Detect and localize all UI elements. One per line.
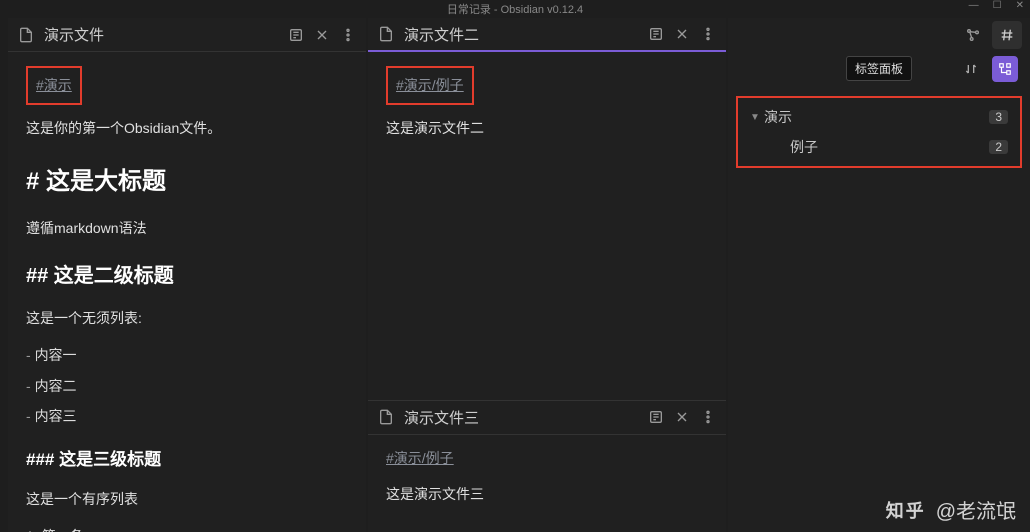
window-close-button[interactable]: ✕ [1016, 0, 1024, 11]
tag-tree-item-child[interactable]: 例子 2 [740, 132, 1018, 162]
watermark: 知乎 @老流氓 [886, 495, 1016, 524]
heading-3: ### 这是三级标题 [26, 444, 348, 476]
pane-title: 演示文件 [44, 24, 278, 45]
close-pane-icon[interactable] [674, 409, 690, 425]
list-item: 内容二 [26, 373, 348, 400]
window-titlebar: 日常记录 - Obsidian v0.12.4 — ☐ ✕ [0, 0, 1030, 18]
tooltip: 标签面板 [846, 56, 912, 81]
pane-title: 演示文件三 [404, 407, 638, 428]
file-icon [18, 27, 34, 43]
file-icon [378, 409, 394, 425]
tag-link[interactable]: #演示/例子 [396, 72, 464, 99]
paragraph: 这是你的第一个Obsidian文件。 [26, 115, 348, 142]
sort-button[interactable] [958, 56, 984, 82]
right-sidebar: 标签面板 ▼ 演示 3 例子 2 [728, 18, 1030, 532]
heading-2: ## 这是二级标题 [26, 257, 348, 295]
editor-body-3[interactable]: #演示/例子 这是演示文件三 [368, 435, 726, 532]
tag-name: 演示 [764, 107, 989, 127]
pane-title: 演示文件二 [404, 24, 638, 45]
paragraph: 这是演示文件三 [386, 481, 708, 508]
graph-tab[interactable] [958, 21, 988, 49]
editor-body-2[interactable]: #演示/例子 这是演示文件二 [368, 52, 726, 400]
watermark-logo: 知乎 [886, 497, 926, 523]
window-maximize-button[interactable]: ☐ [993, 0, 1002, 11]
tag-name: 例子 [764, 137, 989, 157]
tag-count: 2 [989, 140, 1008, 154]
paragraph: 这是一个有序列表 [26, 486, 348, 513]
more-icon[interactable] [700, 26, 716, 42]
tag-tree-item-root[interactable]: ▼ 演示 3 [740, 102, 1018, 132]
editor-body-1[interactable]: #演示 这是你的第一个Obsidian文件。 # 这是大标题 遵循markdow… [8, 52, 366, 532]
tag-link[interactable]: #演示 [36, 72, 72, 99]
paragraph: 这是一个无须列表: [26, 305, 348, 332]
file-icon [378, 26, 394, 42]
list-item: 内容三 [26, 403, 348, 430]
close-pane-icon[interactable] [674, 26, 690, 42]
reading-mode-icon[interactable] [648, 409, 664, 425]
list-item: 内容一 [26, 342, 348, 369]
window-minimize-button[interactable]: — [969, 0, 979, 11]
tag-count: 3 [989, 110, 1008, 124]
pane-demo-file-1: 演示文件 #演示 这是你的第一个Obsidian文件。 # 这是大标题 遵循ma… [8, 18, 366, 532]
tag-link[interactable]: #演示/例子 [386, 445, 454, 472]
watermark-author: @老流氓 [936, 495, 1016, 524]
chevron-down-icon: ▼ [750, 112, 764, 123]
paragraph: 这是演示文件二 [386, 115, 708, 142]
reading-mode-icon[interactable] [288, 27, 304, 43]
reading-mode-icon[interactable] [648, 26, 664, 42]
more-icon[interactable] [700, 409, 716, 425]
toggle-nested-button[interactable] [992, 56, 1018, 82]
tag-pane-tab[interactable] [992, 21, 1022, 49]
pane-demo-file-2: 演示文件二 #演示/例子 这是演示文件二 [368, 18, 726, 400]
heading-1: # 这是大标题 [26, 159, 348, 205]
tag-tree: ▼ 演示 3 例子 2 [736, 96, 1022, 168]
close-pane-icon[interactable] [314, 27, 330, 43]
window-title: 日常记录 - Obsidian v0.12.4 [447, 1, 583, 17]
more-icon[interactable] [340, 27, 356, 43]
pane-demo-file-3: 演示文件三 #演示/例子 这是演示文件三 [368, 400, 726, 532]
paragraph: 遵循markdown语法 [26, 215, 348, 242]
list-item: 1. 第一条 [26, 523, 348, 532]
